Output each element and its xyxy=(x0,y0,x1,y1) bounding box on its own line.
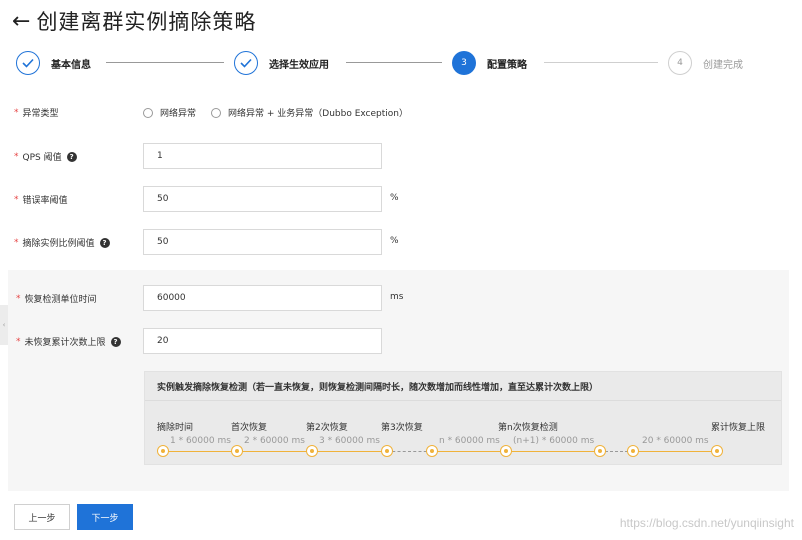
error-rate-input[interactable]: 50 xyxy=(143,186,382,212)
error-rate-row: * 错误率阈值 xyxy=(14,193,68,207)
page-header: ← 创建离群实例摘除策略 xyxy=(12,5,256,37)
timeline-node xyxy=(157,445,169,457)
interval-label: 1 * 60000 ms xyxy=(170,436,231,446)
step-number: 4 xyxy=(668,51,692,75)
help-icon[interactable]: ? xyxy=(99,237,110,248)
required-mark: * xyxy=(16,293,21,304)
radio-button[interactable] xyxy=(143,107,153,118)
check-icon xyxy=(234,51,258,75)
help-icon[interactable]: ? xyxy=(110,336,121,347)
timeline-label: 第3次恢复 xyxy=(381,423,423,433)
timeline-label: 第2次恢复 xyxy=(306,423,348,433)
collapse-handle-icon[interactable]: ‹ xyxy=(0,305,8,345)
timeline-node xyxy=(500,445,512,457)
radio-label: 网络异常 + 业务异常（Dubbo Exception） xyxy=(228,109,408,119)
step-complete[interactable]: 4 创建完成 xyxy=(668,50,743,76)
radio-button[interactable] xyxy=(211,107,221,118)
watermark: https://blog.csdn.net/yunqiinsight xyxy=(619,516,794,530)
timeline-node xyxy=(231,445,243,457)
timeline-segment xyxy=(237,451,312,452)
back-arrow-icon[interactable]: ← xyxy=(12,9,30,34)
step-select-app[interactable]: 选择生效应用 xyxy=(234,50,329,76)
required-mark: * xyxy=(14,194,19,205)
max-recovery-label: 未恢复累计次数上限 xyxy=(24,338,106,348)
timeline-node xyxy=(594,445,606,457)
recovery-unit-label: 恢复检测单位时间 xyxy=(24,295,97,305)
timeline-segment xyxy=(506,451,600,452)
next-button[interactable]: 下一步 xyxy=(77,504,133,530)
max-recovery-input[interactable]: 20 xyxy=(143,328,382,354)
qps-threshold-row: * QPS 阈值? xyxy=(14,150,77,163)
timeline-heading: 实例触发摘除恢复检测（若一直未恢复，则恢复检测间隔时长，随次数增加而线性增加，直… xyxy=(145,372,781,401)
step-basic-info[interactable]: 基本信息 xyxy=(16,50,91,76)
exception-type-row: * 异常类型 xyxy=(14,106,59,120)
step-number: 3 xyxy=(452,51,476,75)
timeline-segment xyxy=(312,451,387,452)
required-mark: * xyxy=(14,107,19,118)
recovery-unit-row: * 恢复检测单位时间 xyxy=(16,292,97,306)
step-label: 基本信息 xyxy=(51,59,91,71)
check-icon xyxy=(16,51,40,75)
ms-unit: ms xyxy=(390,292,404,302)
step-divider xyxy=(106,62,224,63)
step-divider xyxy=(544,62,658,63)
percent-unit: % xyxy=(390,193,399,203)
interval-label: 2 * 60000 ms xyxy=(244,436,305,446)
error-rate-label: 错误率阈值 xyxy=(22,196,68,206)
radio-network-exception[interactable]: 网络异常 xyxy=(143,106,196,119)
step-config-policy[interactable]: 3 配置策略 xyxy=(452,50,527,76)
required-mark: * xyxy=(16,336,21,347)
timeline-segment xyxy=(163,451,237,452)
timeline-node xyxy=(381,445,393,457)
timeline-label: 累计恢复上限 xyxy=(711,423,766,433)
previous-button[interactable]: 上一步 xyxy=(14,504,70,530)
timeline-segment xyxy=(432,451,506,452)
step-divider xyxy=(346,62,442,63)
interval-label: 3 * 60000 ms xyxy=(319,436,380,446)
step-label: 创建完成 xyxy=(703,59,743,71)
timeline-label: 首次恢复 xyxy=(231,423,268,433)
remove-ratio-label: 摘除实例比例阈值 xyxy=(22,239,95,249)
remove-ratio-input[interactable]: 50 xyxy=(143,229,382,255)
qps-threshold-input[interactable]: 1 xyxy=(143,143,382,169)
timeline-label: 摘除时间 xyxy=(157,423,194,433)
step-label: 选择生效应用 xyxy=(269,59,329,71)
help-icon[interactable]: ? xyxy=(66,151,77,162)
exception-type-label: 异常类型 xyxy=(22,109,59,119)
interval-label: 20 * 60000 ms xyxy=(642,436,709,446)
recovery-timeline: 实例触发摘除恢复检测（若一直未恢复，则恢复检测间隔时长，随次数增加而线性增加，直… xyxy=(144,371,782,465)
timeline-node xyxy=(426,445,438,457)
page-title: 创建离群实例摘除策略 xyxy=(36,10,257,34)
required-mark: * xyxy=(14,237,19,248)
max-recovery-row: * 未恢复累计次数上限? xyxy=(16,335,121,348)
radio-network-business-exception[interactable]: 网络异常 + 业务异常（Dubbo Exception） xyxy=(211,106,408,119)
qps-threshold-label: QPS 阈值 xyxy=(22,153,62,163)
timeline-node xyxy=(627,445,639,457)
required-mark: * xyxy=(14,151,19,162)
step-label: 配置策略 xyxy=(487,59,527,71)
radio-label: 网络异常 xyxy=(160,109,197,119)
timeline-label: 第n次恢复检测 xyxy=(498,423,558,433)
step-progress: 基本信息 选择生效应用 3 配置策略 4 创建完成 xyxy=(16,50,776,76)
interval-label: (n+1) * 60000 ms xyxy=(513,436,595,446)
interval-label: n * 60000 ms xyxy=(439,436,500,446)
remove-ratio-row: * 摘除实例比例阈值? xyxy=(14,236,110,249)
timeline-node xyxy=(306,445,318,457)
timeline-segment xyxy=(633,451,717,452)
recovery-unit-input[interactable]: 60000 xyxy=(143,285,382,311)
percent-unit: % xyxy=(390,236,399,246)
timeline-node xyxy=(711,445,723,457)
